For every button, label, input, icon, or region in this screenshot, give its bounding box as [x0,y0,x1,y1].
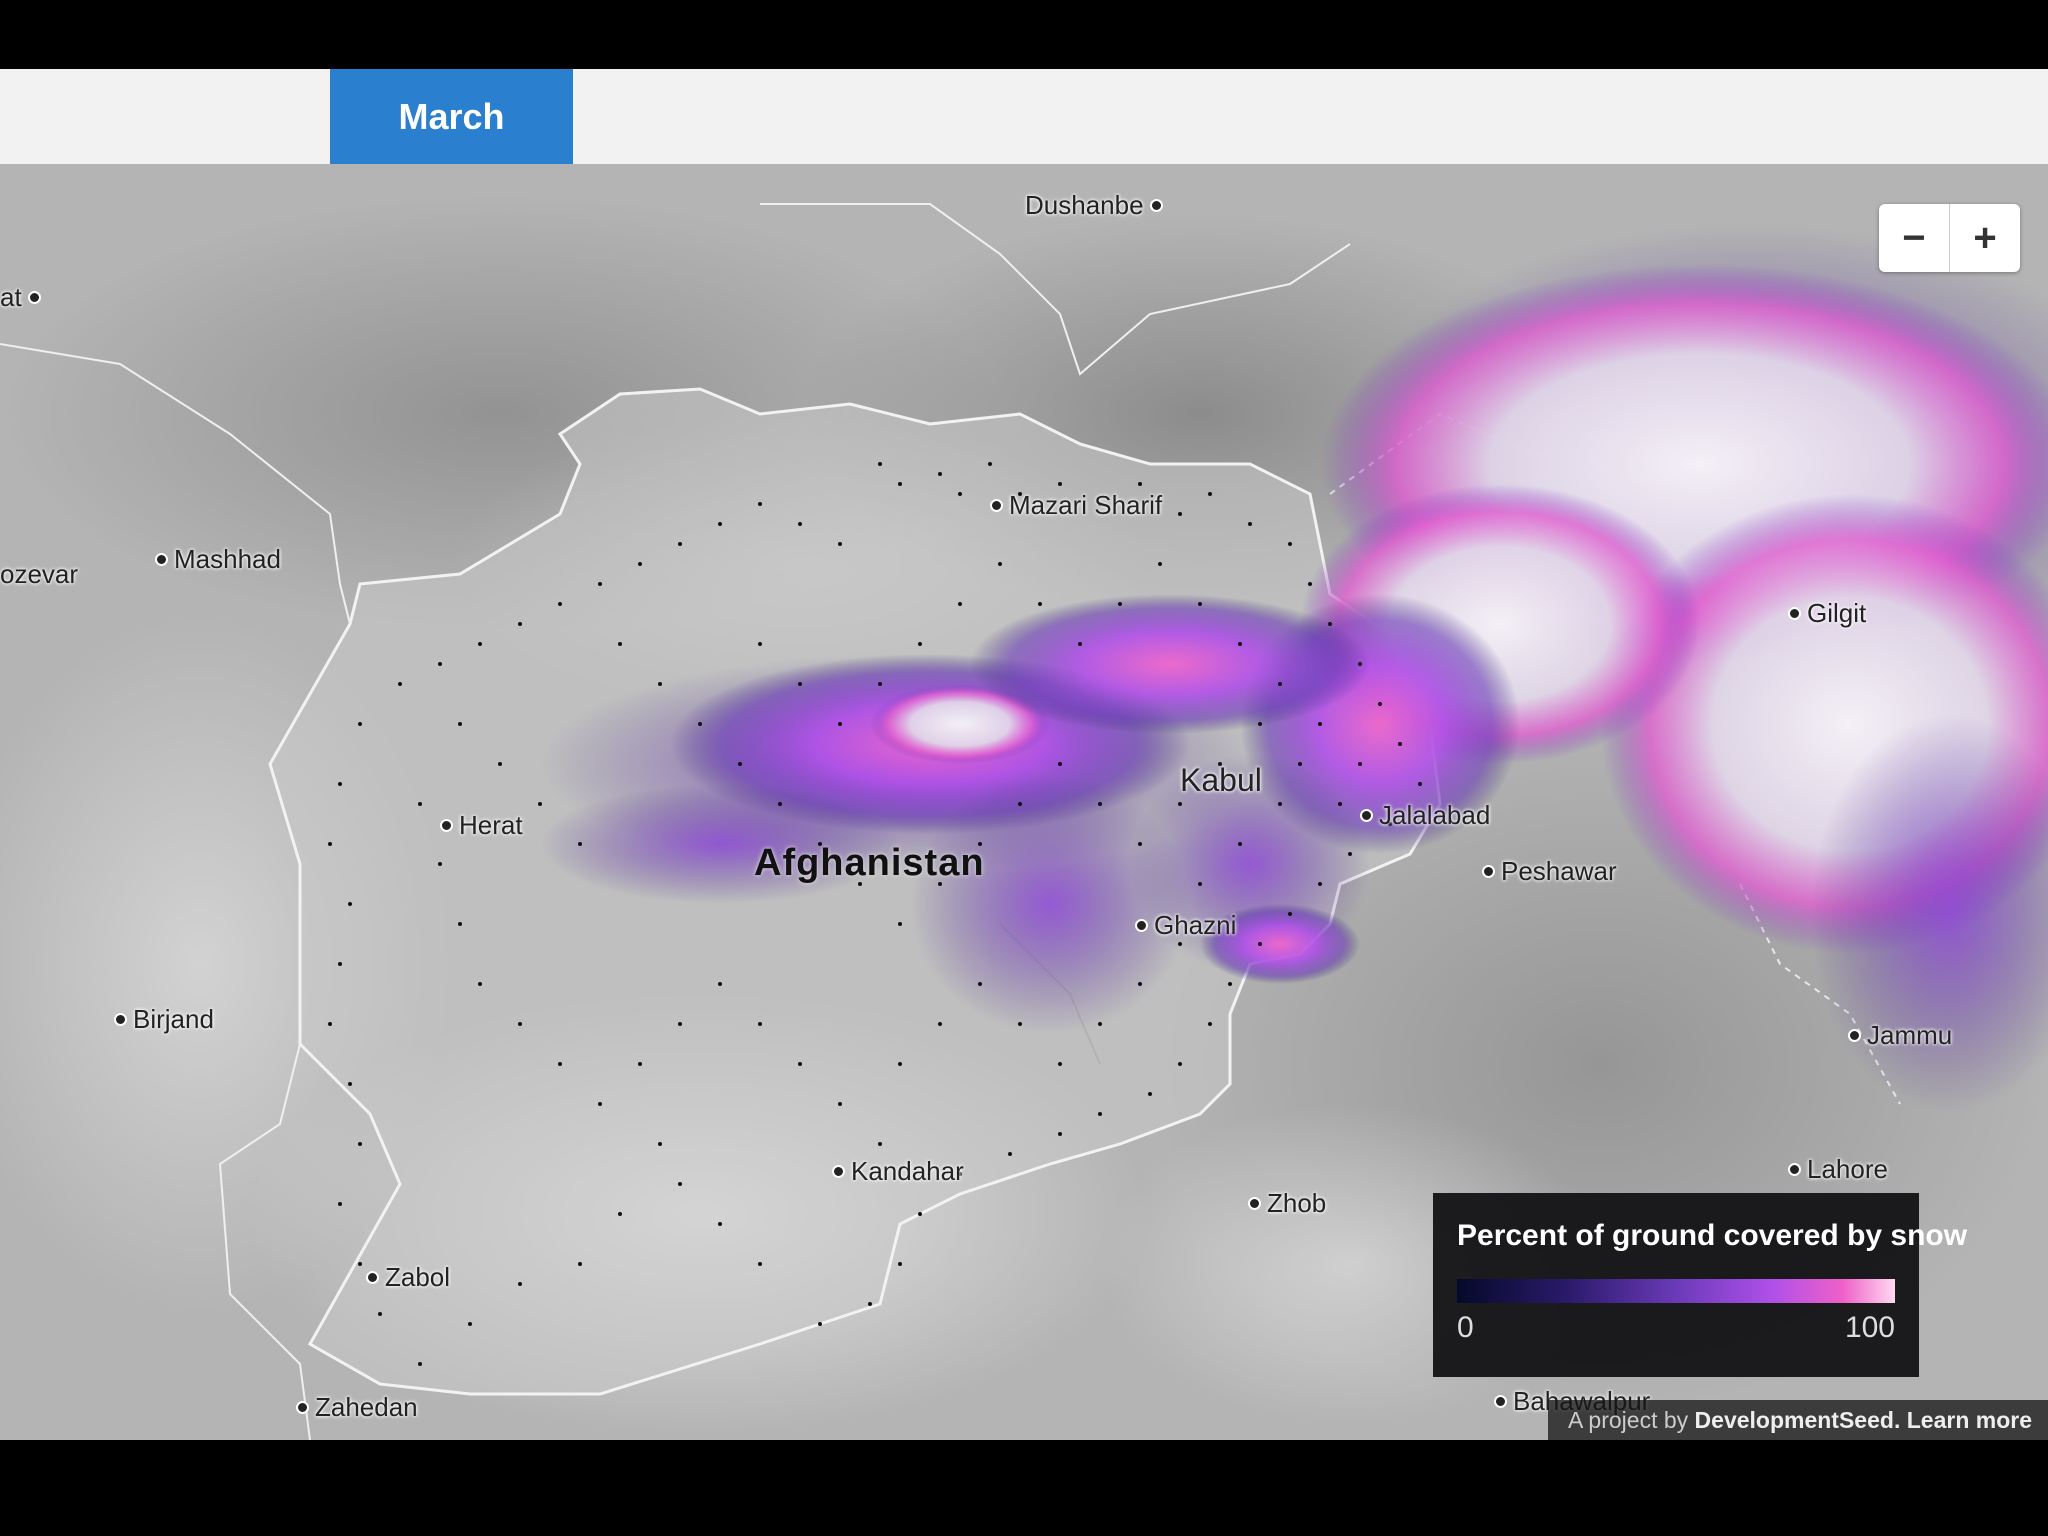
tab-month-1[interactable] [0,69,330,164]
place-label: Dushanbe [1025,190,1163,221]
learn-more-link[interactable]: Learn more [1907,1407,2032,1434]
tab-march[interactable]: March [330,69,573,164]
legend-color-ramp [1457,1279,1895,1303]
tab-month-5[interactable] [1059,69,1302,164]
app-window: March Dushanbe at Mashhad ozevar Mazari … [0,69,2048,1440]
attribution-prefix: A project by [1567,1406,1689,1433]
legend-ticks: 0 100 [1457,1311,1895,1345]
place-label: Gilgit [1788,598,1866,629]
attribution-bar: A project by DevelopmentSeed. Learn more [1547,1400,2048,1440]
place-label: Zhob [1248,1188,1326,1219]
place-label: at [0,282,41,313]
zoom-out-button[interactable]: − [1879,204,1949,272]
country-label: Afghanistan [754,842,985,884]
place-label: Kandahar [832,1156,964,1187]
place-label: Birjand [114,1004,214,1035]
place-label: Peshawar [1482,856,1617,887]
developmentseed-link[interactable]: DevelopmentSeed. [1695,1407,1901,1434]
place-label: Zabol [366,1262,450,1293]
place-label: Ghazni [1135,910,1236,941]
zoom-control: − + [1879,204,2020,272]
legend-max-label: 100 [1844,1311,1895,1344]
month-tab-bar: March [0,69,2048,165]
place-label: Jammu [1848,1020,1952,1051]
place-label: Mazari Sharif [990,490,1162,521]
place-label: ozevar [0,559,79,589]
place-label: Herat [440,810,523,841]
tab-month-3[interactable] [573,69,816,164]
snow-cover-map[interactable]: Dushanbe at Mashhad ozevar Mazari Sharif… [0,164,2048,1440]
zoom-in-button[interactable]: + [1949,204,2020,272]
legend-title: Percent of ground covered by snow [1457,1219,1968,1252]
place-label: Zahedan [296,1392,418,1423]
place-label: Jalalabad [1360,800,1490,831]
place-label: Lahore [1788,1154,1888,1185]
place-label: Kabul [1180,762,1262,798]
tab-month-4[interactable] [816,69,1059,164]
tab-month-6[interactable] [1302,69,1545,164]
legend-min-label: 0 [1457,1311,1474,1344]
snow-cover-legend: Percent of ground covered by snow 0 100 [1433,1193,1968,1377]
place-label: Mashhad [155,544,281,575]
